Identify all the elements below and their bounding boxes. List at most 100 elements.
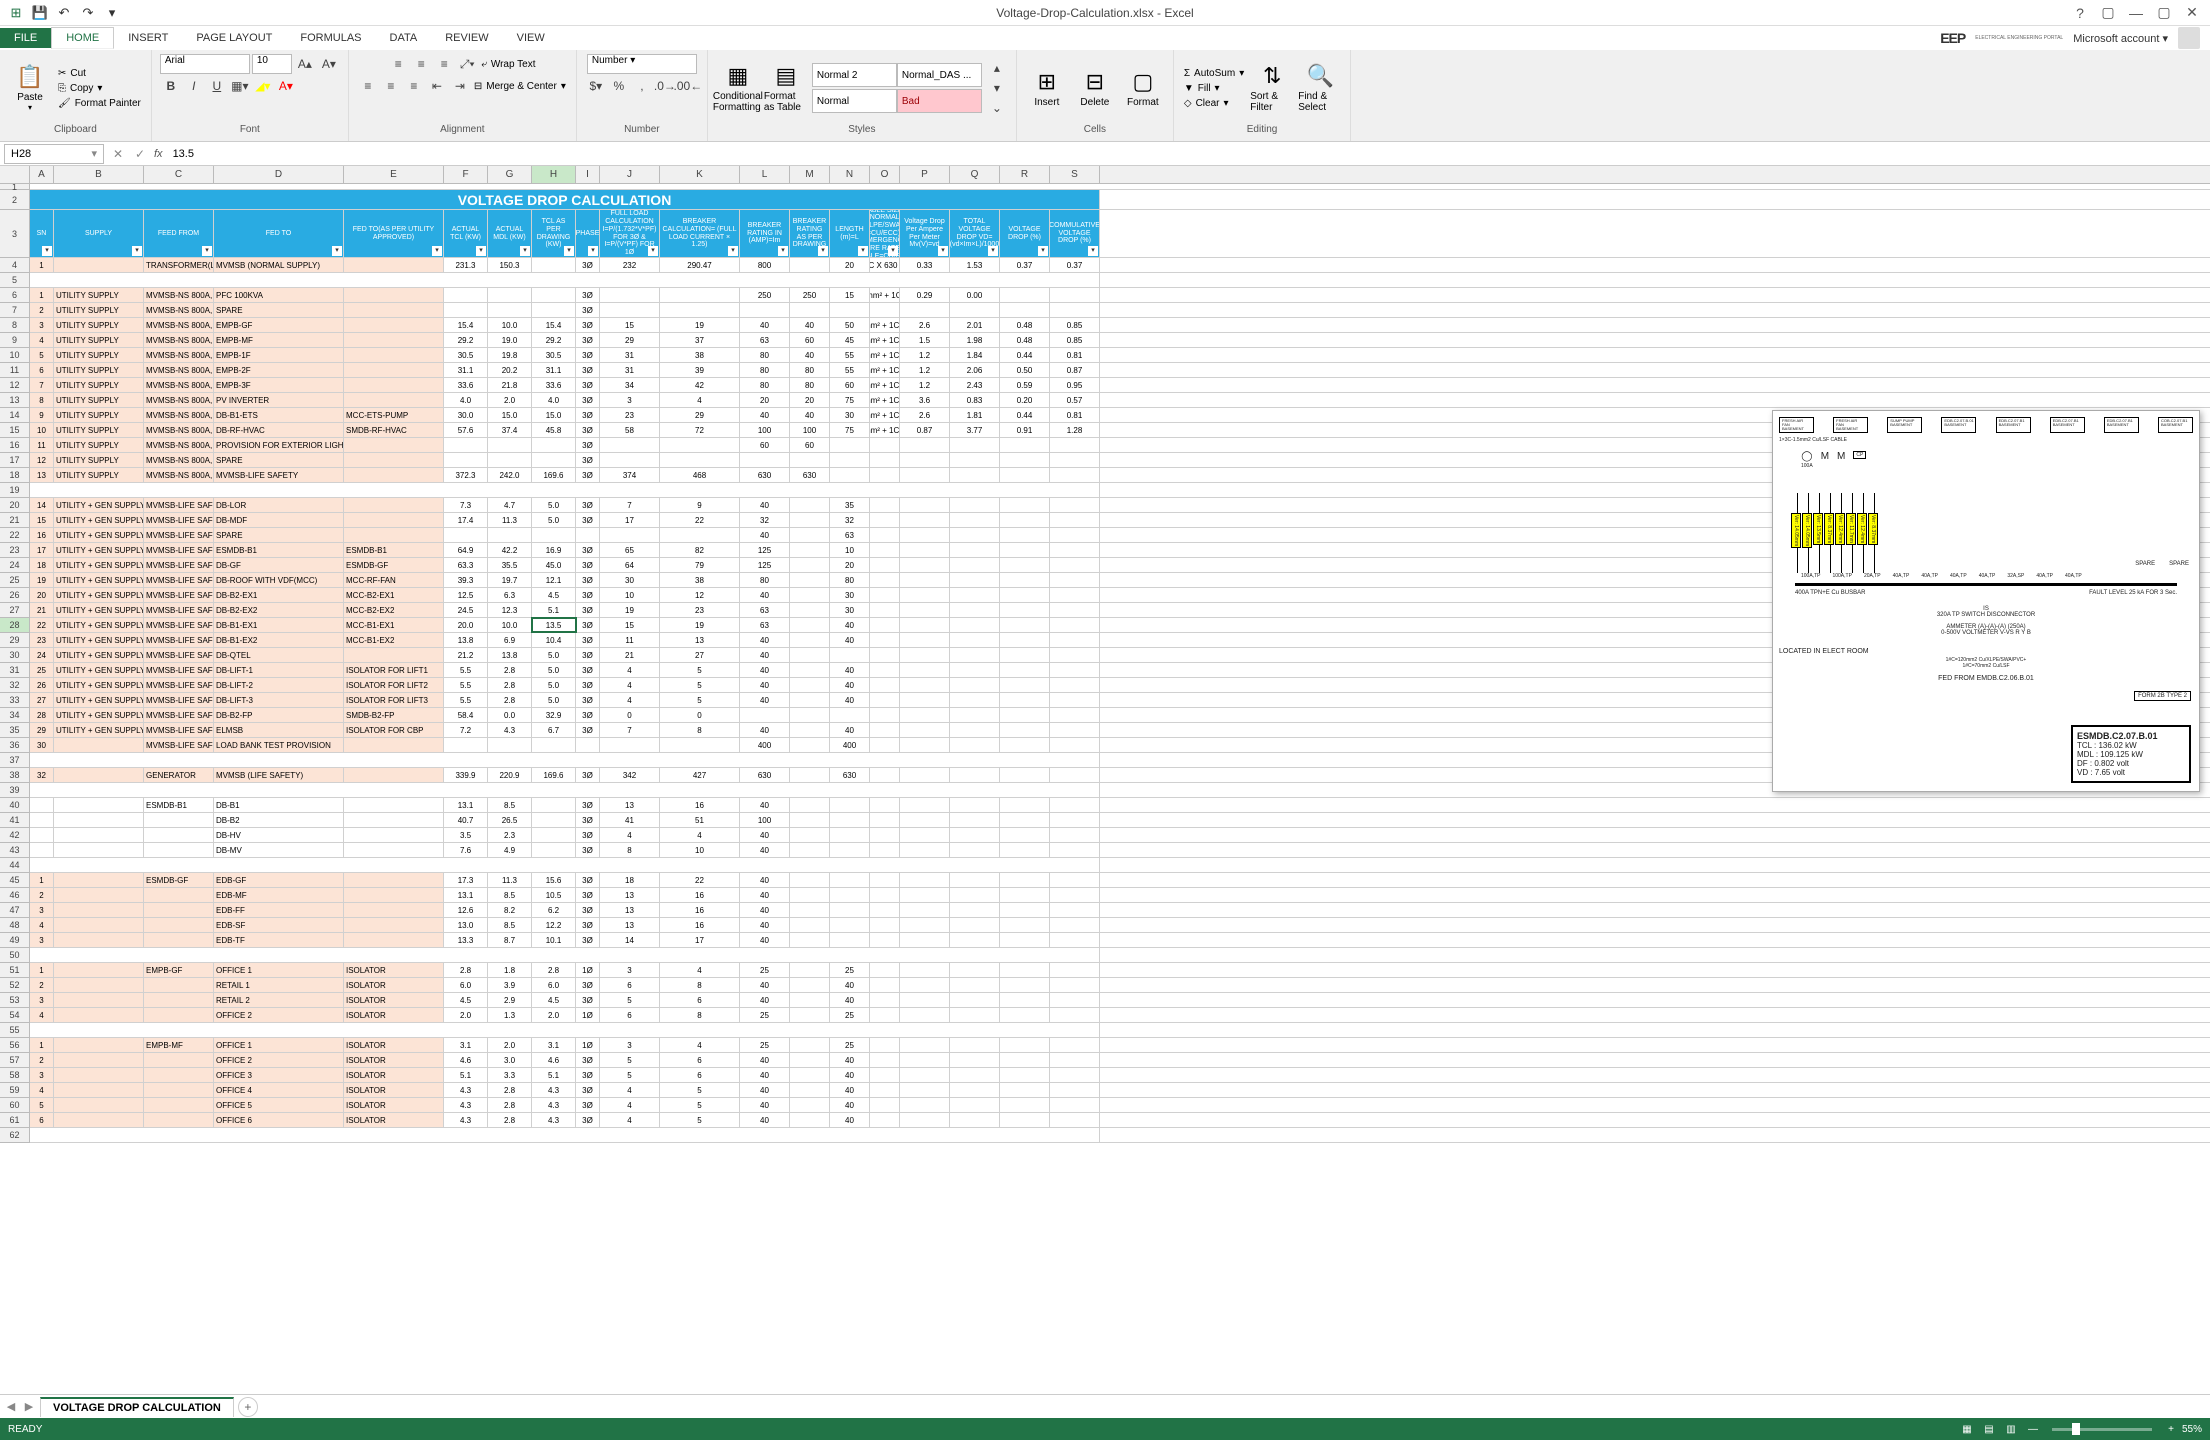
row-header-4[interactable]: 4 — [0, 258, 29, 273]
row-header-18[interactable]: 18 — [0, 468, 29, 483]
col-header-N[interactable]: N — [830, 166, 870, 183]
zoom-level[interactable]: 55% — [2182, 1424, 2202, 1435]
col-header-M[interactable]: M — [790, 166, 830, 183]
zoom-slider[interactable] — [2052, 1428, 2152, 1431]
row-header-12[interactable]: 12 — [0, 378, 29, 393]
align-top-icon[interactable]: ≡ — [387, 54, 409, 74]
sheet-tab-voltage-drop[interactable]: VOLTAGE DROP CALCULATION — [40, 1397, 234, 1417]
percent-icon[interactable]: % — [608, 76, 630, 96]
col-header-J[interactable]: J — [600, 166, 660, 183]
row-header-37[interactable]: 37 — [0, 753, 29, 768]
row-header-20[interactable]: 20 — [0, 498, 29, 513]
view-normal-icon[interactable]: ▦ — [1956, 1420, 1978, 1438]
view-page-break-icon[interactable]: ▥ — [2000, 1420, 2022, 1438]
table-row[interactable] — [30, 858, 2210, 873]
row-header-28[interactable]: 28 — [0, 618, 29, 633]
table-row[interactable]: 2RETAIL 1ISOLATOR6.03.96.03Ø684040 — [30, 978, 2210, 993]
table-row[interactable] — [30, 1023, 2210, 1038]
table-row[interactable]: 3OFFICE 3ISOLATOR5.13.35.13Ø564040 — [30, 1068, 2210, 1083]
row-header-27[interactable]: 27 — [0, 603, 29, 618]
autosum-button[interactable]: Σ AutoSum ▾ — [1182, 67, 1246, 80]
row-header-60[interactable]: 60 — [0, 1098, 29, 1113]
maximize-button[interactable]: ▢ — [2152, 2, 2176, 24]
align-middle-icon[interactable]: ≡ — [410, 54, 432, 74]
style-normal2[interactable]: Normal 2 — [812, 63, 897, 87]
select-all-corner[interactable] — [0, 166, 30, 183]
table-row[interactable]: 5UTILITY SUPPLYMVMSB-NS 800A, 4PolEMPB-1… — [30, 348, 2210, 363]
filter-arrow[interactable]: ▾ — [202, 246, 212, 256]
row-header-52[interactable]: 52 — [0, 978, 29, 993]
row-header-21[interactable]: 21 — [0, 513, 29, 528]
qat-save[interactable]: 💾 — [30, 3, 50, 23]
col-header-Q[interactable]: Q — [950, 166, 1000, 183]
row-header-42[interactable]: 42 — [0, 828, 29, 843]
row-header-48[interactable]: 48 — [0, 918, 29, 933]
row-header-47[interactable]: 47 — [0, 903, 29, 918]
indent-inc-icon[interactable]: ⇥ — [449, 76, 471, 96]
find-select-button[interactable]: 🔍Find & Select — [1298, 56, 1342, 120]
col-header-O[interactable]: O — [870, 166, 900, 183]
row-header-19[interactable]: 19 — [0, 483, 29, 498]
row-header-34[interactable]: 34 — [0, 708, 29, 723]
filter-arrow[interactable]: ▾ — [938, 246, 948, 256]
clear-button[interactable]: ◇ Clear ▾ — [1182, 97, 1246, 110]
embedded-diagram-image[interactable]: FRESH AIR FAN BASEMENTFRESH AIR FAN BASE… — [1772, 410, 2200, 792]
filter-arrow[interactable]: ▾ — [818, 246, 828, 256]
name-box[interactable]: H28▾ — [4, 144, 104, 164]
insert-cells-button[interactable]: ⊞Insert — [1025, 56, 1069, 120]
font-size-select[interactable]: 10 — [252, 54, 292, 74]
col-header-S[interactable]: S — [1050, 166, 1100, 183]
col-header-E[interactable]: E — [344, 166, 444, 183]
zoom-out-button[interactable]: — — [2022, 1420, 2044, 1438]
filter-arrow[interactable]: ▾ — [1038, 246, 1048, 256]
border-button[interactable]: ▦▾ — [229, 76, 251, 96]
row-header-46[interactable]: 46 — [0, 888, 29, 903]
row-header-13[interactable]: 13 — [0, 393, 29, 408]
table-row[interactable]: 1EMPB-GFOFFICE 1ISOLATOR2.81.82.81Ø34252… — [30, 963, 2210, 978]
row-header-17[interactable]: 17 — [0, 453, 29, 468]
filter-arrow[interactable]: ▾ — [432, 246, 442, 256]
font-name-select[interactable]: Arial — [160, 54, 250, 74]
row-header-15[interactable]: 15 — [0, 423, 29, 438]
tab-pagelayout[interactable]: PAGE LAYOUT — [182, 28, 286, 48]
sheet-area[interactable]: ABCDEFGHIJKLMNOPQRS 12345678910111213141… — [0, 166, 2210, 1394]
table-row[interactable]: DB-MV7.64.93Ø81040 — [30, 843, 2210, 858]
row-header-43[interactable]: 43 — [0, 843, 29, 858]
filter-arrow[interactable]: ▾ — [778, 246, 788, 256]
comma-icon[interactable]: , — [631, 76, 653, 96]
row-header-55[interactable]: 55 — [0, 1023, 29, 1038]
minimize-button[interactable]: — — [2124, 2, 2148, 24]
row-header-62[interactable]: 62 — [0, 1128, 29, 1143]
table-row[interactable]: 1TRANSFORMER(LV)MVMSB (NORMAL SUPPLY)231… — [30, 258, 2210, 273]
row-header-39[interactable]: 39 — [0, 783, 29, 798]
table-row[interactable]: 8UTILITY SUPPLYMVMSB-NS 800A, 4PolPV INV… — [30, 393, 2210, 408]
row-header-36[interactable]: 36 — [0, 738, 29, 753]
col-header-G[interactable]: G — [488, 166, 532, 183]
table-row[interactable]: 2OFFICE 2ISOLATOR4.63.04.63Ø564040 — [30, 1053, 2210, 1068]
row-header-6[interactable]: 6 — [0, 288, 29, 303]
row-header-26[interactable]: 26 — [0, 588, 29, 603]
ribbon-options[interactable]: ▢ — [2096, 2, 2120, 24]
indent-dec-icon[interactable]: ⇤ — [426, 76, 448, 96]
row-header-49[interactable]: 49 — [0, 933, 29, 948]
qat-undo[interactable]: ↶ — [54, 3, 74, 23]
row-header-16[interactable]: 16 — [0, 438, 29, 453]
col-header-A[interactable]: A — [30, 166, 54, 183]
table-row[interactable]: 4UTILITY SUPPLYMVMSB-NS 800A, 4PolEMPB-M… — [30, 333, 2210, 348]
filter-arrow[interactable]: ▾ — [888, 246, 898, 256]
table-row[interactable]: 3EDB-FF12.68.26.23Ø131640 — [30, 903, 2210, 918]
close-button[interactable]: ✕ — [2180, 2, 2204, 24]
filter-arrow[interactable]: ▾ — [42, 246, 52, 256]
row-header-31[interactable]: 31 — [0, 663, 29, 678]
merge-center-button[interactable]: ⊟ Merge & Center ▾ — [472, 76, 568, 96]
sort-filter-button[interactable]: ⇅Sort & Filter — [1250, 56, 1294, 120]
row-header-51[interactable]: 51 — [0, 963, 29, 978]
table-row[interactable]: 1EMPB-MFOFFICE 1ISOLATOR3.12.03.11Ø34252… — [30, 1038, 2210, 1053]
row-header-25[interactable]: 25 — [0, 573, 29, 588]
row-header-50[interactable]: 50 — [0, 948, 29, 963]
number-format-select[interactable]: Number ▾ — [587, 54, 697, 74]
table-row[interactable]: 4EDB-SF13.08.512.23Ø131640 — [30, 918, 2210, 933]
styles-up-icon[interactable]: ▴ — [986, 58, 1008, 78]
table-row[interactable]: 7UTILITY SUPPLYMVMSB-NS 800A, 4PolEMPB-3… — [30, 378, 2210, 393]
shrink-font-icon[interactable]: A▾ — [318, 54, 340, 74]
